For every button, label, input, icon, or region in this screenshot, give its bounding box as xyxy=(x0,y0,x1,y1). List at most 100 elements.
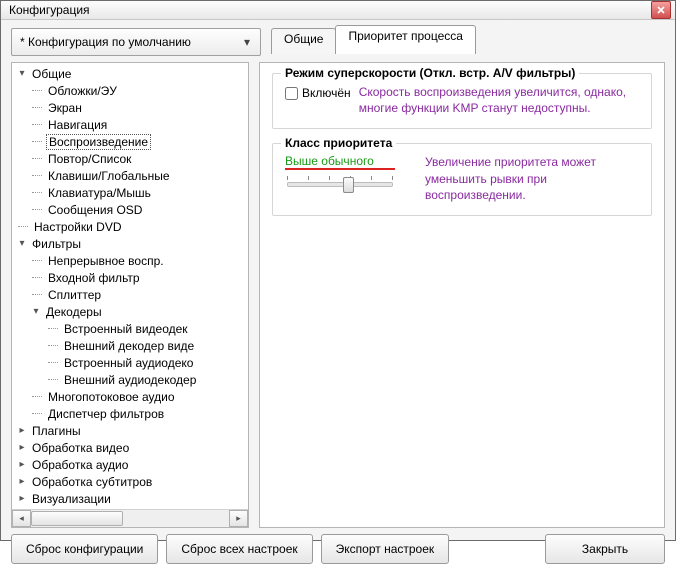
collapse-icon[interactable]: ▾ xyxy=(30,306,42,318)
superspeed-enable-input[interactable] xyxy=(285,87,298,100)
superspeed-note: Скорость воспроизведения увеличится, одн… xyxy=(359,84,639,116)
tree-item-label: Внешний аудиодекодер xyxy=(62,373,198,387)
tree-item[interactable]: Клавиатура/Мышь xyxy=(12,184,248,201)
tree-item[interactable]: Экран xyxy=(12,99,248,116)
expand-icon[interactable]: ▸ xyxy=(16,459,28,471)
tree-item-label: Повтор/Список xyxy=(46,152,133,166)
tree-branch-icon xyxy=(46,320,60,337)
scroll-thumb[interactable] xyxy=(31,511,123,526)
tree-item[interactable]: Непрерывное воспр. xyxy=(12,252,248,269)
tree-item-label: Экран xyxy=(46,101,84,115)
tree-branch-icon xyxy=(46,337,60,354)
expand-icon[interactable]: ▸ xyxy=(16,476,28,488)
tree-item-label: Настройки DVD xyxy=(32,220,124,234)
tree-item[interactable]: Сплиттер xyxy=(12,286,248,303)
tree-branch-icon xyxy=(30,184,44,201)
tree-branch-icon xyxy=(46,371,60,388)
tree-item-label: Внешний декодер виде xyxy=(62,339,196,353)
tree-item[interactable]: Обложки/ЭУ xyxy=(12,82,248,99)
tree-branch-icon xyxy=(30,99,44,116)
tree-item[interactable]: Внешний декодер виде xyxy=(12,337,248,354)
slider-track xyxy=(287,182,393,187)
tree-item-label: Обработка аудио xyxy=(30,458,130,472)
tree-item[interactable]: Навигация xyxy=(12,116,248,133)
preset-dropdown[interactable]: * Конфигурация по умолчанию ▾ xyxy=(11,28,261,56)
tree-item-label: Обработка субтитров xyxy=(30,475,154,489)
tree-item-label: Воспроизведение xyxy=(46,134,151,150)
priority-group: Класс приоритета Выше обычного Увеличени… xyxy=(272,143,652,216)
tree-item[interactable]: ▸Плагины xyxy=(12,422,248,439)
tree-item[interactable]: Сообщения OSD xyxy=(12,201,248,218)
window-close-button[interactable] xyxy=(651,1,671,19)
superspeed-enable-checkbox[interactable]: Включён xyxy=(285,86,351,100)
settings-tree-pane: ▾ОбщиеОбложки/ЭУЭкранНавигацияВоспроизве… xyxy=(11,62,249,528)
tree-item[interactable]: Повтор/Список xyxy=(12,150,248,167)
tree-item[interactable]: Встроенный аудиодеко xyxy=(12,354,248,371)
slider-ticks xyxy=(287,176,393,180)
tree-item[interactable]: Воспроизведение xyxy=(12,133,248,150)
tab-general[interactable]: Общие xyxy=(271,28,336,54)
collapse-icon[interactable]: ▾ xyxy=(16,238,28,250)
priority-slider[interactable] xyxy=(285,174,395,192)
priority-value: Выше обычного xyxy=(285,154,395,170)
expand-icon[interactable]: ▸ xyxy=(16,425,28,437)
tab-bar: ОбщиеПриоритет процесса xyxy=(271,28,475,54)
tree-branch-icon xyxy=(30,201,44,218)
tab-priority[interactable]: Приоритет процесса xyxy=(335,25,475,54)
tree-branch-icon xyxy=(30,82,44,99)
scroll-right-button[interactable]: ▸ xyxy=(229,510,248,527)
tree-item[interactable]: Многопотоковое аудио xyxy=(12,388,248,405)
tree-item-label: Декодеры xyxy=(44,305,104,319)
tree-item[interactable]: ▾Общие xyxy=(12,65,248,82)
tree-item-label: Встроенный аудиодеко xyxy=(62,356,195,370)
collapse-icon[interactable]: ▾ xyxy=(16,68,28,80)
preset-dropdown-label: * Конфигурация по умолчанию xyxy=(20,35,238,49)
tree-item-label: Сообщения OSD xyxy=(46,203,144,217)
tree-item[interactable]: Настройки DVD xyxy=(12,218,248,235)
expand-icon[interactable]: ▸ xyxy=(16,442,28,454)
tree-branch-icon xyxy=(30,133,44,150)
tree-item[interactable]: ▸Визуализации xyxy=(12,490,248,507)
expand-icon[interactable]: ▸ xyxy=(16,493,28,505)
scroll-left-button[interactable]: ◂ xyxy=(12,510,31,527)
close-button[interactable]: Закрыть xyxy=(545,534,665,564)
close-icon xyxy=(657,6,665,14)
tree-item[interactable]: Внешний аудиодекодер xyxy=(12,371,248,388)
tree-item-label: Общие xyxy=(30,67,73,81)
tree-item[interactable]: Входной фильтр xyxy=(12,269,248,286)
tree-item-label: Клавиши/Глобальные xyxy=(46,169,172,183)
tree-item-label: Встроенный видеодек xyxy=(62,322,190,336)
tree-item[interactable]: Клавиши/Глобальные xyxy=(12,167,248,184)
window-title: Конфигурация xyxy=(9,3,651,17)
tree-item[interactable]: ▸Обработка аудио xyxy=(12,456,248,473)
tree-item-label: Диспетчер фильтров xyxy=(46,407,166,421)
tree-item-label: Входной фильтр xyxy=(46,271,142,285)
priority-note: Увеличение приоритета может уменьшить ры… xyxy=(425,154,625,203)
tree-item-label: Обработка видео xyxy=(30,441,131,455)
tree-horizontal-scrollbar[interactable]: ◂ ▸ xyxy=(12,509,248,527)
reset-config-label: Сброс конфигурации xyxy=(26,542,143,556)
reset-config-button[interactable]: Сброс конфигурации xyxy=(11,534,158,564)
tree-branch-icon xyxy=(30,286,44,303)
close-button-label: Закрыть xyxy=(582,542,628,556)
export-settings-label: Экспорт настроек xyxy=(336,542,435,556)
tree-item[interactable]: ▸Обработка субтитров xyxy=(12,473,248,490)
slider-thumb[interactable] xyxy=(343,177,354,193)
tree-item[interactable]: Диспетчер фильтров xyxy=(12,405,248,422)
tree-item[interactable]: ▾Декодеры xyxy=(12,303,248,320)
tree-item[interactable]: Встроенный видеодек xyxy=(12,320,248,337)
export-settings-button[interactable]: Экспорт настроек xyxy=(321,534,450,564)
settings-tree[interactable]: ▾ОбщиеОбложки/ЭУЭкранНавигацияВоспроизве… xyxy=(12,63,248,509)
tree-item-label: Сплиттер xyxy=(46,288,103,302)
scroll-track[interactable] xyxy=(31,511,229,526)
reset-all-button[interactable]: Сброс всех настроек xyxy=(166,534,312,564)
tree-branch-icon xyxy=(30,150,44,167)
tree-branch-icon xyxy=(30,116,44,133)
tree-item-label: Обложки/ЭУ xyxy=(46,84,119,98)
tree-item[interactable]: ▸Обработка видео xyxy=(12,439,248,456)
tree-item[interactable]: ▾Фильтры xyxy=(12,235,248,252)
tree-branch-icon xyxy=(30,269,44,286)
tree-item-label: Клавиатура/Мышь xyxy=(46,186,153,200)
tree-item-label: Навигация xyxy=(46,118,109,132)
chevron-down-icon: ▾ xyxy=(238,35,256,49)
